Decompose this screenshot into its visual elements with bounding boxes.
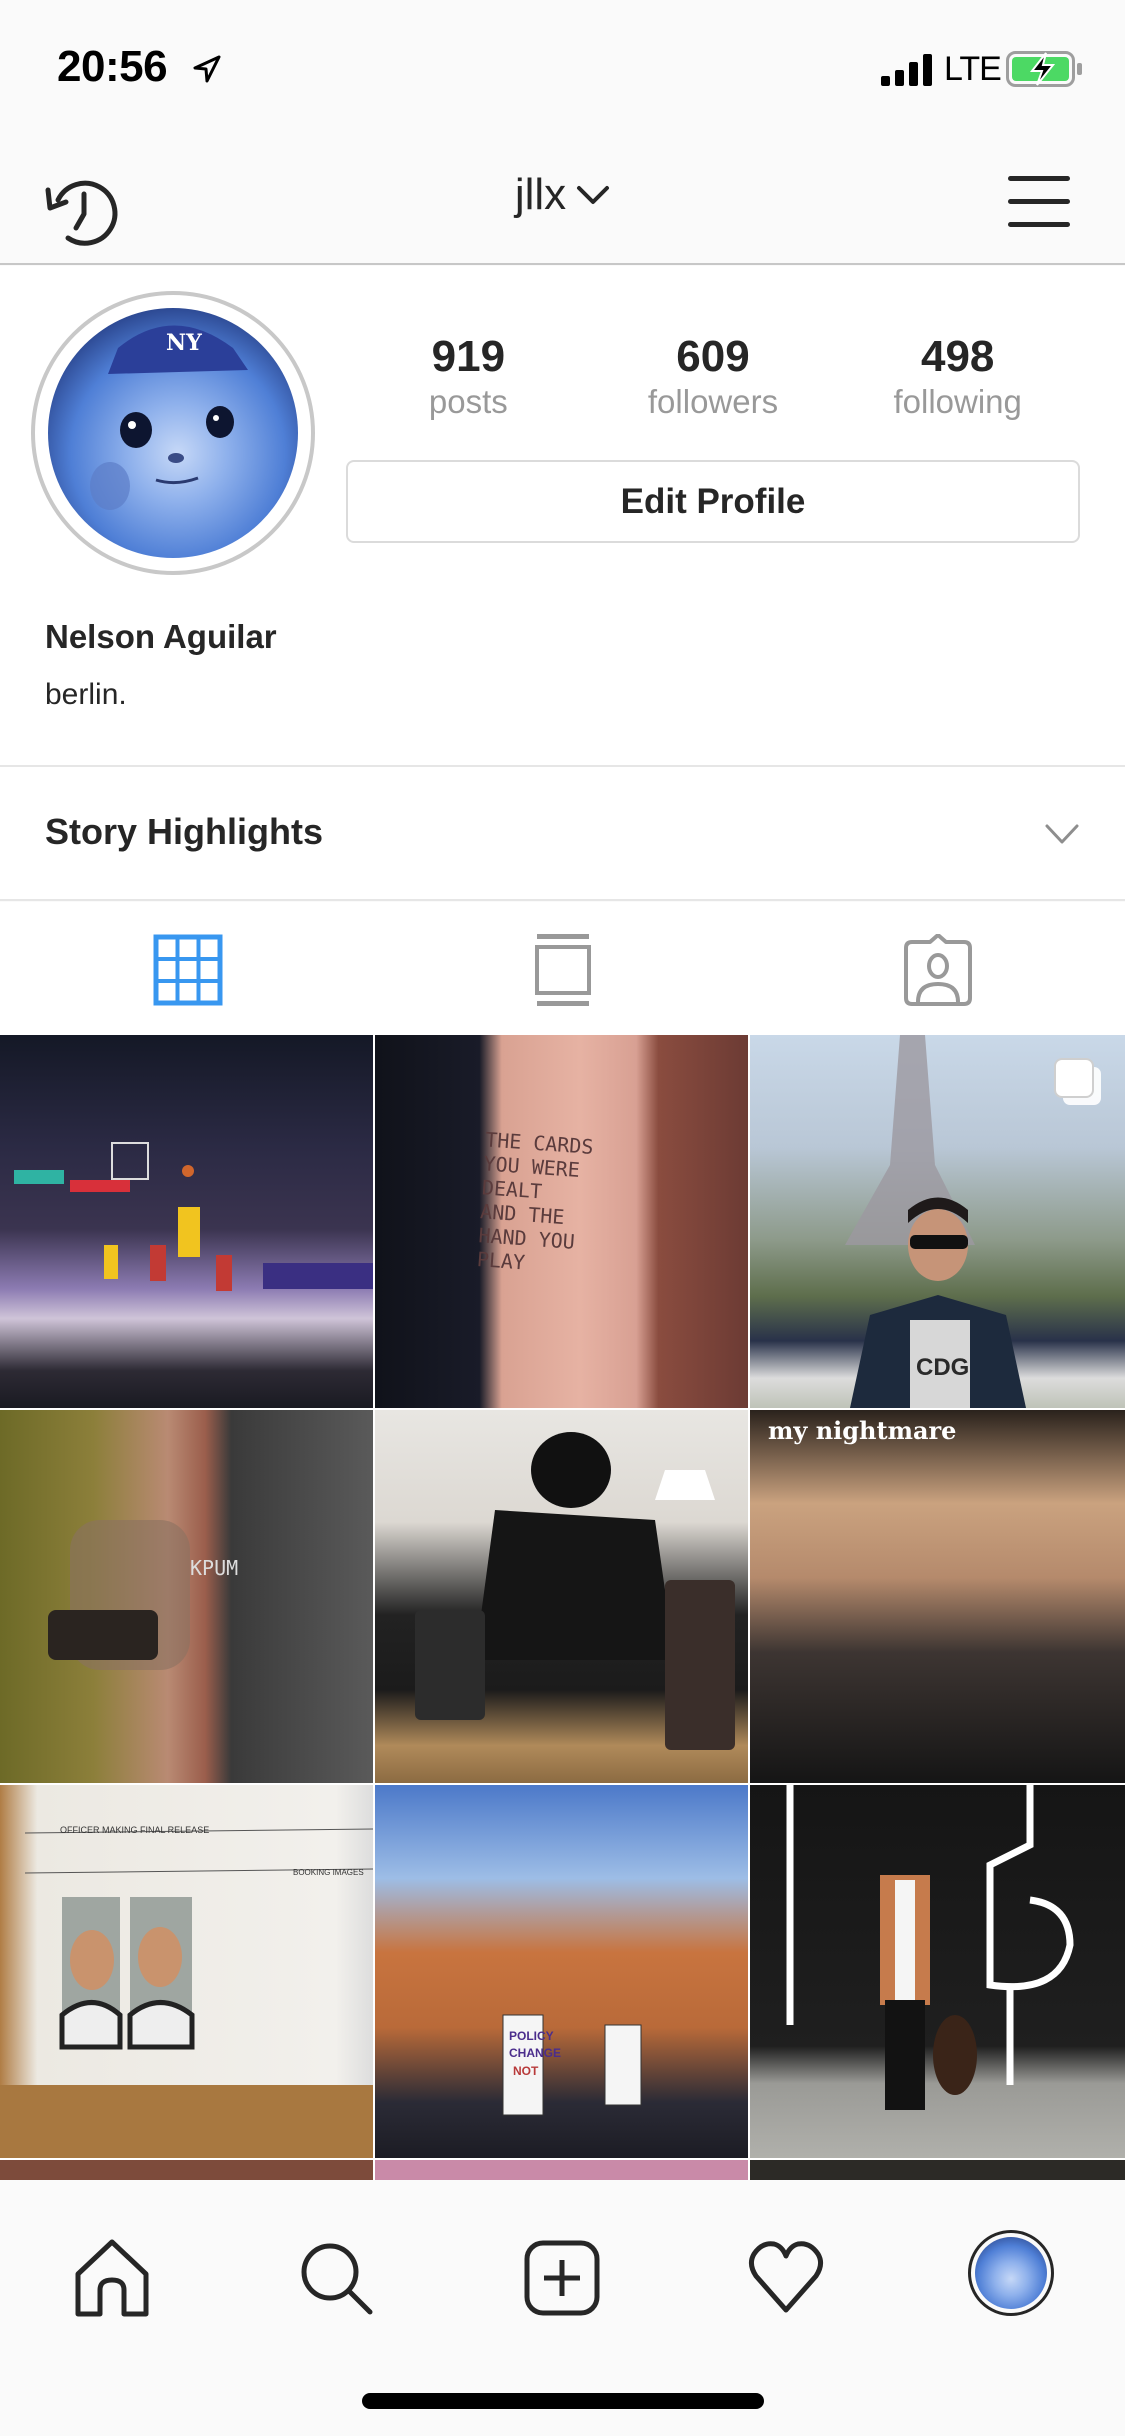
new-post-icon[interactable] <box>522 2238 602 2318</box>
post-image <box>14 1142 373 1291</box>
chevron-down-icon[interactable] <box>1044 821 1080 847</box>
post-thumbnail[interactable]: KPUM <box>0 1410 373 1783</box>
post-thumbnail[interactable]: CDG <box>750 1035 1125 1408</box>
search-icon[interactable] <box>296 2238 376 2318</box>
profile-header: NY 919 posts 609 followers 498 following… <box>0 266 1125 766</box>
edit-profile-button[interactable]: Edit Profile <box>346 460 1080 543</box>
chevron-down-icon <box>577 186 610 204</box>
stat-followers-label: followers <box>647 383 779 420</box>
post-thumbnail[interactable] <box>375 2160 748 2180</box>
tab-tagged[interactable] <box>750 902 1125 1035</box>
profile-tabs <box>0 902 1125 1035</box>
nav-header: jllx <box>0 132 1125 265</box>
status-time: 20:56 <box>57 42 168 91</box>
post-thumbnail[interactable]: POLICY CHANGE NOT <box>375 1785 748 2158</box>
profile-avatar-icon <box>975 2237 1047 2309</box>
post-image <box>415 1432 735 1750</box>
multiple-photos-icon <box>1054 1058 1101 1105</box>
grid-icon <box>153 934 222 1006</box>
stat-posts[interactable]: 919 posts <box>346 332 591 422</box>
battery-charging-icon <box>1006 51 1082 87</box>
profile-stats: 919 posts 609 followers 498 following <box>346 332 1080 422</box>
stat-posts-label: posts <box>428 383 508 420</box>
post-thumbnail[interactable]: THE CARDS YOU WERE DEALT AND THE HAND YO… <box>375 1035 748 1408</box>
stat-followers-value: 609 <box>676 332 750 381</box>
post-image: POLICY CHANGE NOT <box>502 2014 642 2116</box>
bio: berlin. <box>45 678 127 711</box>
network-type: LTE <box>944 50 1002 88</box>
post-overlay-text: THE CARDS YOU WERE DEALT AND THE HAND YO… <box>476 1127 595 1275</box>
post-thumbnail[interactable] <box>750 1785 1125 2158</box>
tab-feed[interactable] <box>375 902 750 1035</box>
tab-grid[interactable] <box>0 902 375 1035</box>
post-thumbnail[interactable] <box>0 1035 373 1408</box>
avatar-image: NY <box>48 308 298 558</box>
feed-list-icon <box>534 934 591 1006</box>
svg-text:OFFICER MAKING FINAL RELEASE: OFFICER MAKING FINAL RELEASE <box>60 1825 209 1835</box>
post-thumbnail[interactable] <box>750 2160 1125 2180</box>
status-bar: 20:56 LTE <box>0 0 1125 132</box>
stat-following-value: 498 <box>920 332 995 381</box>
svg-text:CHANGE: CHANGE <box>509 2046 561 2060</box>
posts-grid: THE CARDS YOU WERE DEALT AND THE HAND YO… <box>0 1035 1125 2180</box>
svg-text:BOOKING IMAGES: BOOKING IMAGES <box>293 1868 364 1877</box>
post-thumbnail[interactable]: OFFICER MAKING FINAL RELEASE BOOKING IMA… <box>0 1785 373 2158</box>
stat-posts-value: 919 <box>431 332 506 381</box>
post-thumbnail[interactable] <box>0 2160 373 2180</box>
svg-text:CDG: CDG <box>916 1354 969 1381</box>
signal-bars-icon <box>881 54 932 86</box>
svg-text:NOT: NOT <box>513 2064 539 2078</box>
full-name: Nelson Aguilar <box>45 618 277 655</box>
home-icon[interactable] <box>72 2238 152 2318</box>
profile-tab-avatar[interactable] <box>968 2230 1054 2316</box>
post-image <box>786 1785 1074 2110</box>
stat-followers[interactable]: 609 followers <box>591 332 836 422</box>
activity-heart-icon[interactable] <box>746 2238 826 2318</box>
post-caption-text: my nightmare <box>768 1416 957 1445</box>
stat-following[interactable]: 498 following <box>835 332 1080 422</box>
post-thumbnail[interactable] <box>375 1410 748 1783</box>
post-thumbnail[interactable]: my nightmare <box>750 1410 1125 1783</box>
account-switcher[interactable]: jllx <box>0 170 1125 220</box>
post-image: OFFICER MAKING FINAL RELEASE BOOKING IMA… <box>0 1825 373 2158</box>
svg-text:KPUM: KPUM <box>190 1556 238 1580</box>
tagged-photos-icon <box>903 934 972 1006</box>
avatar-illustration: NY <box>90 325 248 510</box>
hamburger-menu-icon[interactable] <box>1006 172 1072 232</box>
location-arrow-icon <box>193 55 221 83</box>
username: jllx <box>514 170 567 219</box>
stat-following-label: following <box>893 383 1022 420</box>
svg-text:NY: NY <box>166 330 202 356</box>
svg-text:POLICY: POLICY <box>509 2029 554 2043</box>
post-image: KPUM <box>48 1520 238 1670</box>
story-highlights-title: Story Highlights <box>45 811 323 852</box>
profile-avatar[interactable]: NY <box>31 291 315 575</box>
story-highlights[interactable]: Story Highlights <box>0 765 1125 901</box>
home-indicator[interactable] <box>362 2393 764 2409</box>
